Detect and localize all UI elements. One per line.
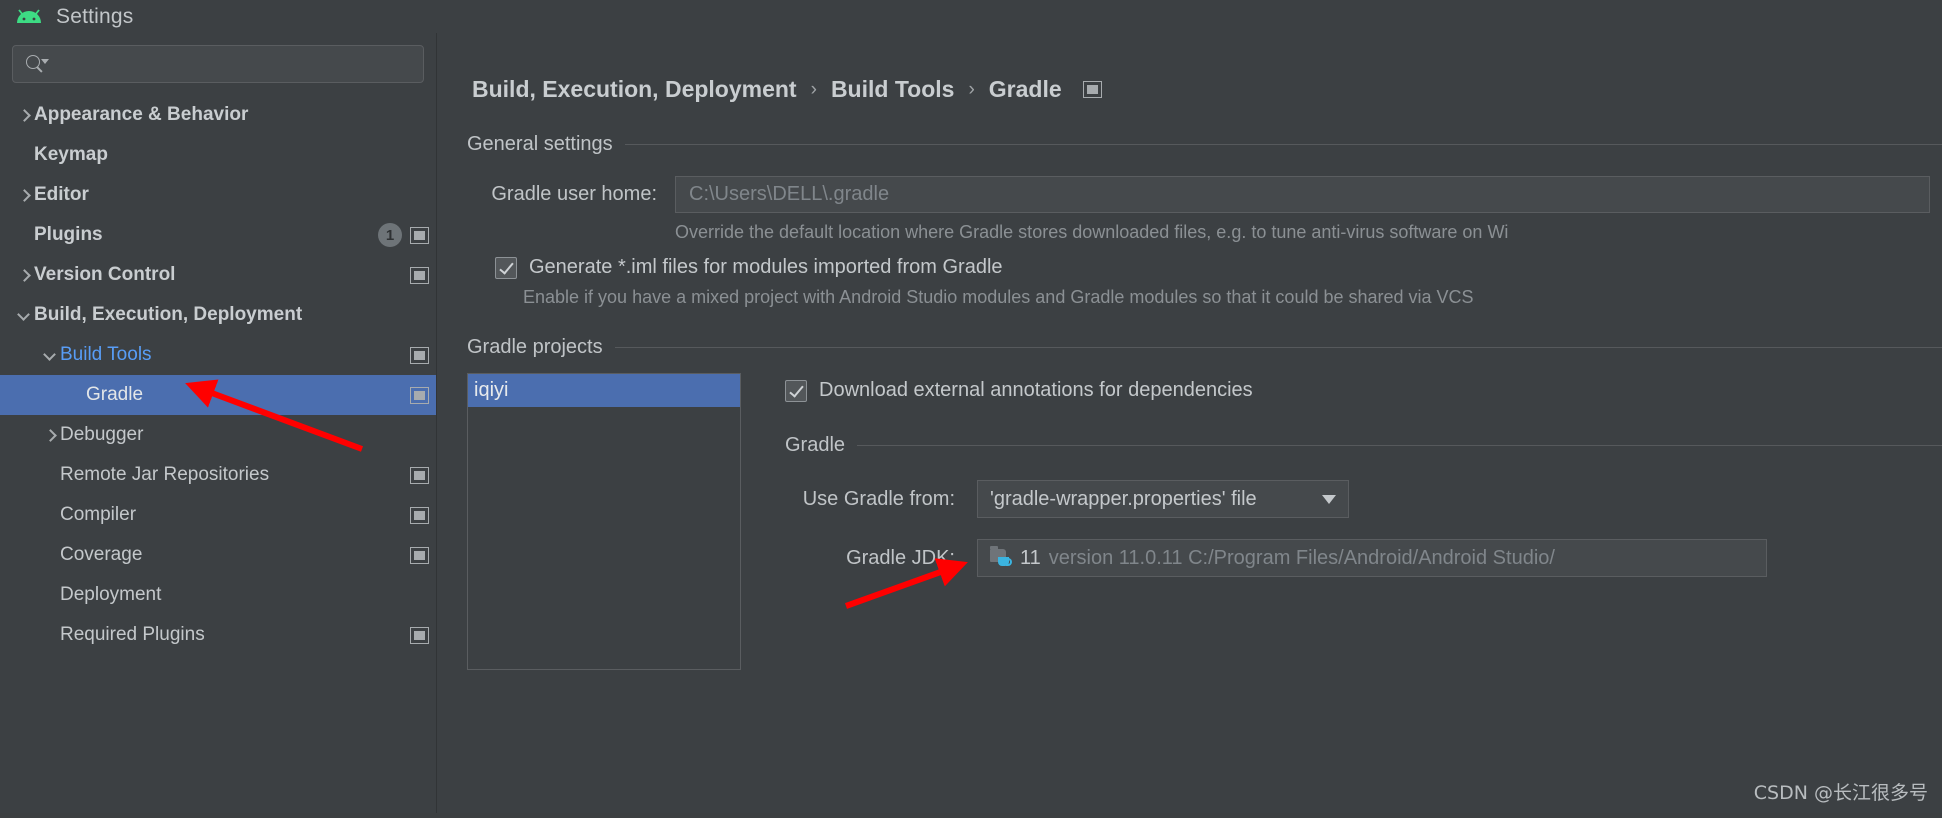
gradle-user-home-hint-row: Override the default location where Grad…	[467, 222, 1942, 243]
watermark: CSDN @长江很多号	[1753, 782, 1928, 804]
sidebar-item-appearance-behavior[interactable]: Appearance & Behavior	[0, 95, 437, 135]
sidebar-item-remote-jar-repositories[interactable]: Remote Jar Repositories	[0, 455, 437, 495]
breadcrumb-separator: ›	[968, 78, 975, 100]
generate-iml-hint: Enable if you have a mixed project with …	[523, 287, 1474, 307]
gradle-user-home-row: Gradle user home: C:\Users\DELL\.gradle	[467, 176, 1942, 213]
breadcrumb-item-1[interactable]: Build Tools	[831, 76, 955, 103]
search-icon	[25, 53, 49, 75]
chevron-down-icon[interactable]	[1322, 494, 1336, 504]
use-gradle-from-label: Use Gradle from:	[802, 487, 955, 510]
gradle-projects-body: iqiyi Download external annotations for …	[467, 373, 1942, 670]
window-icon[interactable]	[410, 466, 429, 484]
window-title: Settings	[56, 4, 134, 28]
breadcrumb: Build, Execution, Deployment › Build Too…	[472, 76, 1942, 103]
gradle-user-home-label: Gradle user home:	[491, 183, 657, 205]
list-item[interactable]: iqiyi	[468, 374, 740, 407]
sidebar-item-keymap[interactable]: Keymap	[0, 135, 437, 175]
gradle-projects-list[interactable]: iqiyi	[467, 373, 741, 670]
breadcrumb-item-0[interactable]: Build, Execution, Deployment	[472, 76, 797, 103]
window-icon[interactable]	[410, 386, 429, 404]
window-icon[interactable]	[410, 226, 429, 244]
group-divider	[624, 144, 1942, 145]
group-divider	[857, 445, 1942, 446]
chevron-down-icon[interactable]	[38, 350, 60, 361]
settings-tree: Appearance & Behavior Keymap Editor Plugins…	[0, 95, 437, 655]
sidebar-item-badge: 1	[378, 223, 402, 247]
sidebar-item-gradle[interactable]: Gradle	[0, 375, 437, 415]
sidebar-item-label: Appearance & Behavior	[34, 104, 249, 125]
gradle-projects-title: Gradle projects	[467, 336, 603, 358]
sidebar-item-label: Build, Execution, Deployment	[34, 304, 303, 325]
gradle-jdk-label: Gradle JDK:	[846, 546, 955, 569]
sidebar-item-label: Coverage	[60, 544, 143, 565]
settings-dialog: Settings Appearance & Behavior Keymap Edit…	[0, 0, 1942, 813]
gradle-jdk-row: Gradle JDK: 11 version 11.0.11 C:/Progra…	[785, 539, 1942, 577]
sidebar-item-label: Gradle	[86, 384, 144, 405]
general-settings-title: General settings	[467, 133, 613, 155]
title-bar: Settings	[0, 0, 1942, 33]
generate-iml-row[interactable]: Generate *.iml files for modules importe…	[495, 256, 1942, 279]
sidebar-item-label: Compiler	[60, 504, 137, 525]
download-annotations-checkbox[interactable]	[785, 379, 807, 402]
sidebar-item-label: Editor	[34, 184, 89, 205]
breadcrumb-item-2[interactable]: Gradle	[989, 76, 1062, 103]
group-divider	[614, 347, 1942, 348]
gradle-subgroup: Gradle	[785, 434, 1942, 457]
download-annotations-label: Download external annotations for depend…	[819, 379, 1253, 401]
gradle-projects-group: Gradle projects	[467, 336, 1942, 359]
chevron-right-icon[interactable]	[12, 270, 34, 281]
window-icon[interactable]	[410, 266, 429, 284]
window-icon[interactable]	[410, 506, 429, 524]
generate-iml-checkbox[interactable]	[495, 256, 517, 279]
sidebar-item-debugger[interactable]: Debugger	[0, 415, 437, 455]
window-icon[interactable]	[1082, 81, 1102, 98]
sidebar-item-plugins[interactable]: Plugins 1	[0, 215, 437, 255]
window-icon[interactable]	[410, 546, 429, 564]
android-logo-icon	[14, 7, 44, 27]
search-input[interactable]	[12, 45, 424, 83]
sidebar-item-version-control[interactable]: Version Control	[0, 255, 437, 295]
jdk-folder-icon	[990, 546, 1012, 568]
sidebar-item-label: Build Tools	[60, 344, 152, 365]
chevron-down-icon[interactable]	[12, 310, 34, 321]
gradle-jdk-path: version 11.0.11 C:/Program Files/Android…	[1048, 546, 1555, 569]
gradle-jdk-select[interactable]: 11 version 11.0.11 C:/Program Files/Andr…	[977, 539, 1767, 577]
sidebar-item-build-tools[interactable]: Build Tools	[0, 335, 437, 375]
generate-iml-label: Generate *.iml files for modules importe…	[529, 256, 1003, 278]
sidebar-item-editor[interactable]: Editor	[0, 175, 437, 215]
window-icon[interactable]	[410, 626, 429, 644]
sidebar-item-label: Deployment	[60, 584, 162, 605]
download-annotations-row[interactable]: Download external annotations for depend…	[785, 379, 1942, 402]
general-settings-group: General settings	[467, 133, 1942, 156]
use-gradle-from-select[interactable]: 'gradle-wrapper.properties' file	[977, 480, 1349, 518]
sidebar-item-build-execution-deployment[interactable]: Build, Execution, Deployment	[0, 295, 437, 335]
breadcrumb-separator: ›	[810, 78, 817, 100]
gradle-user-home-input[interactable]: C:\Users\DELL\.gradle	[675, 176, 1930, 213]
gradle-subgroup-title: Gradle	[785, 434, 846, 456]
sidebar-item-compiler[interactable]: Compiler	[0, 495, 437, 535]
generate-iml-hint-row: Enable if you have a mixed project with …	[523, 287, 1942, 308]
settings-sidebar: Appearance & Behavior Keymap Editor Plugins…	[0, 33, 437, 813]
use-gradle-from-row: Use Gradle from: 'gradle-wrapper.propert…	[785, 480, 1942, 518]
sidebar-item-label: Required Plugins	[60, 624, 205, 645]
gradle-jdk-version: 11	[1020, 546, 1041, 569]
sidebar-item-coverage[interactable]: Coverage	[0, 535, 437, 575]
sidebar-item-label: Version Control	[34, 264, 176, 285]
sidebar-item-label: Plugins	[34, 224, 103, 245]
chevron-right-icon[interactable]	[12, 110, 34, 121]
sidebar-item-required-plugins[interactable]: Required Plugins	[0, 615, 437, 655]
chevron-right-icon[interactable]	[38, 430, 60, 441]
settings-content: Build, Execution, Deployment › Build Too…	[437, 33, 1942, 813]
sidebar-item-label: Remote Jar Repositories	[60, 464, 270, 485]
chevron-right-icon[interactable]	[12, 190, 34, 201]
use-gradle-from-value: 'gradle-wrapper.properties' file	[990, 487, 1257, 510]
sidebar-item-label: Keymap	[34, 144, 108, 165]
gradle-user-home-hint: Override the default location where Grad…	[675, 222, 1509, 242]
sidebar-item-label: Debugger	[60, 424, 144, 445]
window-icon[interactable]	[410, 346, 429, 364]
sidebar-item-deployment[interactable]: Deployment	[0, 575, 437, 615]
